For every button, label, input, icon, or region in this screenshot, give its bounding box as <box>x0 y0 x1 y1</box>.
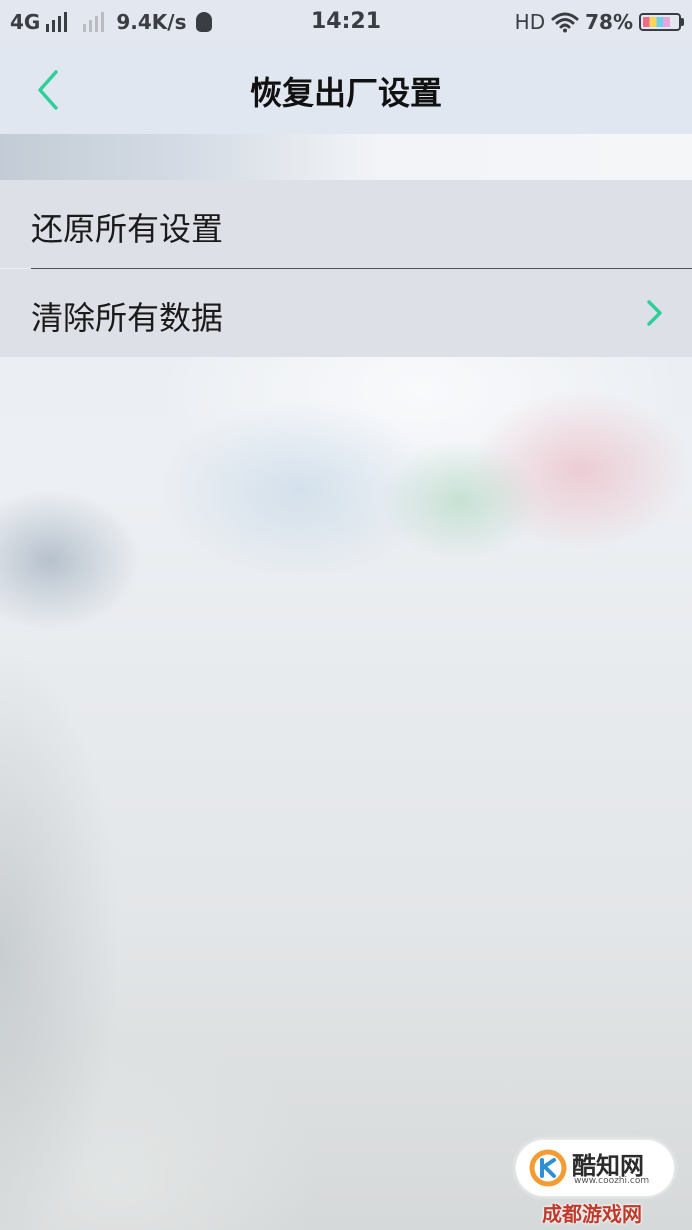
battery-percent: 78% <box>585 10 633 34</box>
chevron-right-icon <box>647 300 662 326</box>
page-title: 恢复出厂设置 <box>249 74 442 112</box>
status-right: HD 78% <box>515 10 684 34</box>
hd-indicator: HD <box>514 10 546 34</box>
menu-item-reset-settings[interactable]: 还原所有设置 <box>0 180 692 268</box>
title-bar: 恢复出厂设置 <box>0 46 692 134</box>
blur-strip <box>0 134 692 180</box>
watermark-badge: 酷知网 www.coozhi.com <box>516 1140 674 1196</box>
battery-fill <box>643 17 670 27</box>
menu-item-erase-data[interactable]: 清除所有数据 <box>0 269 692 357</box>
status-bar: 4G 9.4K/s 14:21 HD 78% <box>0 0 692 46</box>
menu-item-label: 清除所有数据 <box>31 299 224 337</box>
screen: 4G 9.4K/s 14:21 HD 78% 恢复出厂设置 还原所有设置 清除所… <box>0 0 692 1230</box>
watermark-bottom-text: 成都游戏网 <box>542 1202 642 1226</box>
watermark: 酷知网 www.coozhi.com 成都游戏网 <box>512 1140 678 1226</box>
battery-icon <box>639 13 681 31</box>
battery-tip <box>681 18 684 26</box>
menu-item-label: 还原所有设置 <box>31 210 224 248</box>
wifi-icon <box>551 12 579 33</box>
watermark-url: www.coozhi.com <box>574 1176 650 1186</box>
coozhi-logo-icon <box>529 1149 567 1187</box>
settings-menu: 还原所有设置 清除所有数据 <box>0 180 692 357</box>
